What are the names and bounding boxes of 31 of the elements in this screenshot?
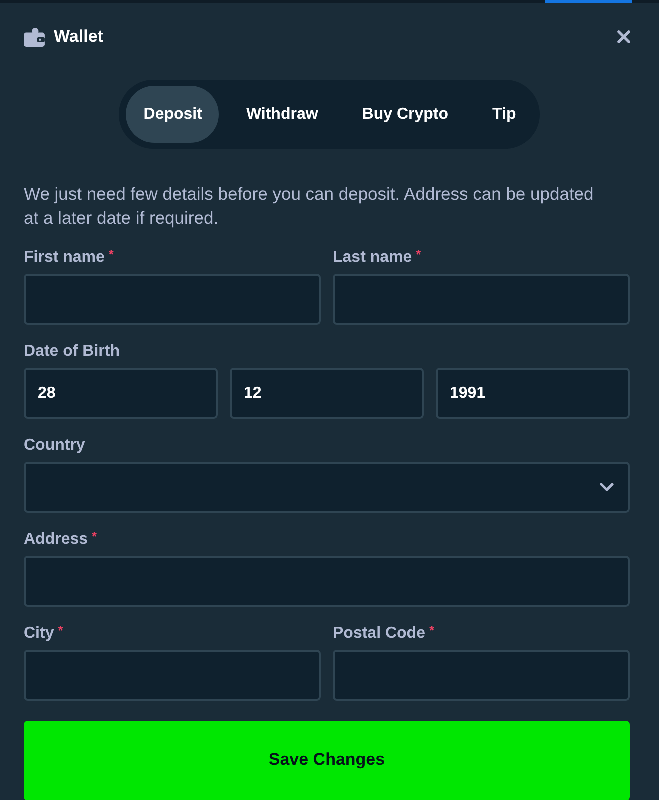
tab[interactable]: Tip — [474, 86, 534, 143]
field-label: Address — [24, 530, 88, 550]
window-title: Wallet — [54, 27, 104, 47]
field-label: Last name — [333, 248, 412, 268]
field-label: Country — [24, 436, 86, 456]
field-label: First name — [24, 248, 105, 268]
close-icon[interactable] — [617, 30, 631, 44]
wallet-icon — [24, 28, 45, 46]
required-mark: * — [108, 248, 114, 262]
required-mark: * — [429, 624, 435, 638]
date-input-field[interactable]: 1991 — [436, 368, 630, 419]
save-changes-button[interactable]: Save Changes — [24, 721, 630, 800]
tab[interactable]: Deposit — [126, 86, 220, 143]
required-mark: * — [92, 530, 98, 544]
date-input-field[interactable]: 28 — [24, 368, 218, 419]
input-field[interactable] — [24, 556, 630, 607]
description-text: We just need few details before you can deposit. Address can be updated at a later date if required. — [24, 183, 595, 230]
field-label: Postal Code — [333, 624, 426, 644]
select-field[interactable] — [24, 462, 630, 513]
tab[interactable]: Withdraw — [228, 86, 336, 143]
required-mark: * — [58, 624, 64, 638]
field-label: City — [24, 624, 54, 644]
tab[interactable]: Buy Crypto — [344, 86, 466, 143]
input-field[interactable] — [333, 274, 630, 325]
input-field[interactable] — [24, 274, 321, 325]
chevron-down-icon — [600, 483, 614, 492]
input-field[interactable] — [333, 650, 630, 701]
field-label: Date of Birth — [24, 342, 120, 362]
required-mark: * — [416, 248, 422, 262]
input-field[interactable] — [24, 650, 321, 701]
date-input-field[interactable]: 12 — [230, 368, 424, 419]
